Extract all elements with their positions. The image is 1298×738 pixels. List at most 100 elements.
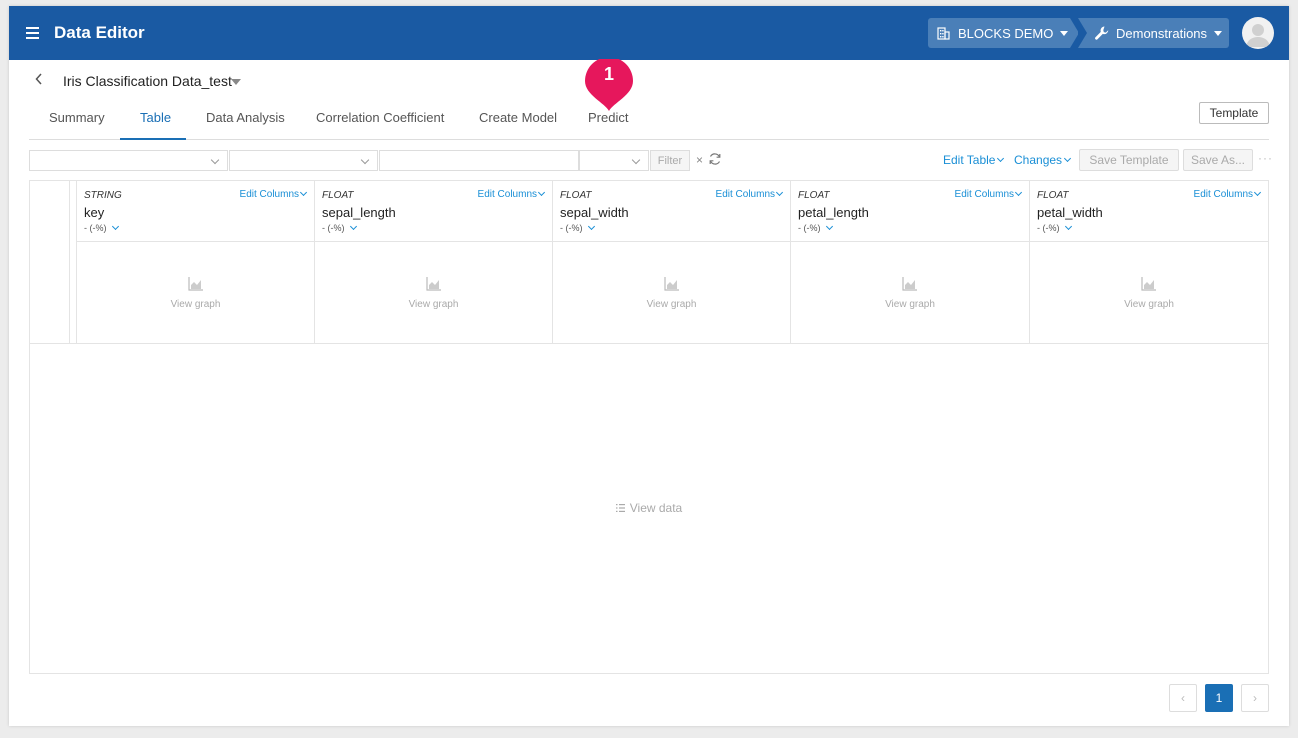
edit-columns-label: Edit Columns: [1193, 189, 1253, 200]
column-sepal-length: FLOAT Edit Columns sepal_length - (-%) V…: [315, 181, 553, 343]
column-petal-width: FLOAT Edit Columns petal_width - (-%) Vi…: [1030, 181, 1268, 343]
column-name: sepal_width: [560, 205, 629, 220]
edit-columns-button[interactable]: Edit Columns: [954, 188, 1023, 200]
view-data-button[interactable]: View data: [30, 501, 1268, 515]
view-graph-button[interactable]: View graph: [791, 243, 1029, 343]
tab-data-analysis[interactable]: Data Analysis: [206, 110, 285, 125]
column-missing-pct: - (-%): [560, 222, 595, 233]
next-page-button[interactable]: ›: [1241, 684, 1269, 712]
app-frame: Data Editor BLOCKS DEMO Demonstrations I…: [9, 6, 1289, 726]
chevron-down-icon: [1014, 188, 1023, 197]
chevron-down-icon: [360, 155, 370, 165]
dataset-title: Iris Classification Data_test: [63, 73, 232, 89]
tab-table[interactable]: Table: [140, 110, 171, 125]
view-graph-button[interactable]: View graph: [1030, 243, 1268, 343]
edit-columns-button[interactable]: Edit Columns: [1193, 188, 1262, 200]
user-icon: [1246, 24, 1270, 47]
missing-pct-label: - (-%): [798, 223, 821, 233]
operator-select[interactable]: [229, 150, 378, 171]
workspace-label: Demonstrations: [1116, 25, 1208, 41]
view-graph-button[interactable]: View graph: [553, 243, 790, 343]
column-header: FLOAT Edit Columns petal_width - (-%): [1030, 181, 1268, 242]
view-graph-label: View graph: [646, 299, 697, 310]
area-chart-icon: [1141, 277, 1156, 291]
org-switcher[interactable]: BLOCKS DEMO: [928, 18, 1079, 48]
app-title: Data Editor: [54, 23, 145, 42]
view-graph-button[interactable]: View graph: [315, 243, 552, 343]
column-missing-pct: - (-%): [84, 222, 119, 233]
view-graph-label: View graph: [1124, 299, 1174, 310]
area-chart-icon: [902, 277, 917, 291]
column-sepal-width: FLOAT Edit Columns sepal_width - (-%) Vi…: [553, 181, 791, 343]
workspace-switcher[interactable]: Demonstrations: [1078, 18, 1229, 48]
condition-select[interactable]: [579, 150, 649, 171]
step-marker-number: 1: [603, 64, 614, 84]
view-data-label: View data: [629, 501, 683, 515]
tab-summary[interactable]: Summary: [49, 110, 105, 125]
edit-columns-button[interactable]: Edit Columns: [478, 188, 546, 200]
column-type: FLOAT: [560, 190, 592, 201]
column-missing-pct: - (-%): [798, 222, 833, 233]
more-options-button[interactable]: ···: [1258, 151, 1273, 165]
column-type: FLOAT: [322, 190, 354, 201]
filter-value-input[interactable]: [379, 150, 579, 171]
column-header: FLOAT Edit Columns sepal_width - (-%): [553, 181, 790, 242]
column-select[interactable]: [29, 150, 228, 171]
page-1-button[interactable]: 1: [1205, 684, 1233, 712]
grid-divider: [30, 343, 1268, 344]
missing-pct-label: - (-%): [322, 223, 345, 233]
column-name: petal_width: [1037, 205, 1103, 220]
area-chart-icon: [663, 277, 679, 291]
edit-table-button[interactable]: Edit Table: [943, 153, 1005, 167]
view-graph-label: View graph: [408, 299, 459, 310]
view-graph-button[interactable]: View graph: [77, 243, 314, 343]
column-name: petal_length: [798, 205, 869, 220]
template-button[interactable]: Template: [1199, 102, 1269, 124]
column-header: FLOAT Edit Columns sepal_length - (-%): [315, 181, 552, 242]
prev-page-button[interactable]: ‹: [1169, 684, 1197, 712]
missing-pct-label: - (-%): [84, 223, 107, 233]
chevron-down-icon[interactable]: [587, 222, 595, 231]
caret-down-icon: [1060, 30, 1069, 36]
chevron-down-icon[interactable]: [1064, 222, 1072, 231]
edit-columns-button[interactable]: Edit Columns: [716, 188, 784, 200]
chevron-down-icon: [631, 155, 641, 165]
view-graph-label: View graph: [885, 299, 935, 310]
chevron-down-icon: [299, 188, 308, 197]
column-missing-pct: - (-%): [1037, 222, 1072, 233]
user-avatar[interactable]: [1242, 17, 1274, 49]
clear-filter-button[interactable]: ×: [696, 153, 703, 167]
chevron-down-icon[interactable]: [825, 222, 833, 231]
hamburger-icon[interactable]: [26, 27, 39, 39]
save-as-button[interactable]: Save As...: [1183, 149, 1253, 171]
chevron-down-icon[interactable]: [349, 222, 357, 231]
column-petal-length: FLOAT Edit Columns petal_length - (-%) V…: [791, 181, 1030, 343]
dataset-caret-icon[interactable]: [231, 79, 241, 85]
column-type: STRING: [84, 190, 122, 201]
chevron-down-icon: [997, 154, 1005, 163]
edit-columns-label: Edit Columns: [954, 189, 1014, 200]
changes-button[interactable]: Changes: [1014, 153, 1072, 167]
app-header: Data Editor BLOCKS DEMO Demonstrations: [9, 6, 1289, 60]
column-header: FLOAT Edit Columns petal_length - (-%): [791, 181, 1029, 242]
save-template-button[interactable]: Save Template: [1079, 149, 1179, 171]
missing-pct-label: - (-%): [1037, 223, 1060, 233]
area-chart-icon: [425, 277, 441, 291]
refresh-icon[interactable]: [708, 152, 722, 166]
tab-correlation-coefficient[interactable]: Correlation Coefficient: [316, 110, 444, 125]
edit-columns-button[interactable]: Edit Columns: [240, 188, 308, 200]
chevron-down-icon: [537, 188, 546, 197]
column-missing-pct: - (-%): [322, 222, 357, 233]
column-type: FLOAT: [1037, 190, 1069, 201]
chevron-down-icon: [1064, 154, 1072, 163]
filter-button[interactable]: Filter: [650, 150, 690, 171]
tab-create-model[interactable]: Create Model: [479, 110, 557, 125]
missing-pct-label: - (-%): [560, 223, 583, 233]
chevron-down-icon: [775, 188, 784, 197]
back-button[interactable]: [35, 72, 43, 88]
building-icon: [937, 26, 950, 40]
active-tab-indicator: [120, 138, 186, 140]
chevron-down-icon[interactable]: [111, 222, 119, 231]
column-name: sepal_length: [322, 205, 396, 220]
view-graph-label: View graph: [170, 299, 221, 310]
